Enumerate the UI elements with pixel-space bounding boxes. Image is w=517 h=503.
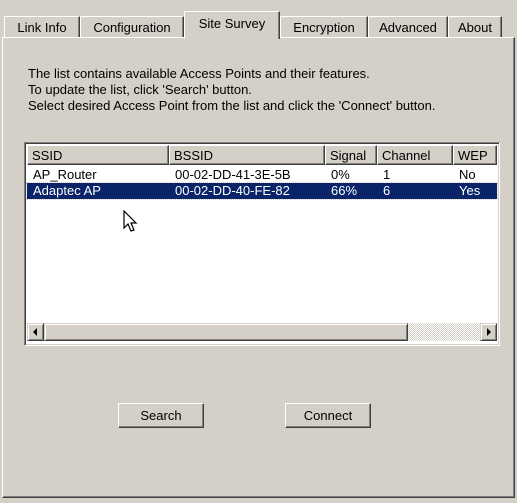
column-header-signal[interactable]: Signal [325,145,377,165]
instructions: The list contains available Access Point… [28,66,435,114]
ssid-cell: AP_Router [33,167,97,182]
wep-cell: No [459,167,476,182]
signal-cell: 0% [331,167,350,182]
bssid-cell: 00-02-DD-40-FE-82 [175,183,290,198]
scroll-thumb[interactable] [44,323,408,341]
instruction-line: The list contains available Access Point… [28,66,370,81]
arrow-right-icon [487,328,491,336]
scroll-left-button[interactable] [27,323,44,341]
column-header-bssid[interactable]: BSSID [169,145,325,165]
access-point-list[interactable]: SSID BSSID Signal Channel WEP AP_Router … [24,142,500,346]
mouse-pointer-icon [123,210,138,232]
connect-button[interactable]: Connect [285,403,371,428]
tab-about[interactable]: About [448,16,502,37]
tab-site-survey[interactable]: Site Survey [184,11,280,39]
instruction-line: Select desired Access Point from the lis… [28,98,436,113]
list-item[interactable]: AP_Router 00-02-DD-41-3E-5B 0% 1 No [27,167,497,183]
channel-cell: 6 [383,183,391,198]
instruction-line: To update the list, click 'Search' butto… [28,82,252,97]
list-item-selected[interactable]: Adaptec AP 00-02-DD-40-FE-82 66% 6 Yes [26,182,498,200]
tab-advanced[interactable]: Advanced [368,16,448,37]
arrow-left-icon [33,328,37,336]
search-button[interactable]: Search [118,403,204,428]
wep-cell: Yes [459,183,481,198]
tab-strip: Link Info Configuration Site Survey Encr… [2,10,515,40]
tab-configuration[interactable]: Configuration [80,16,184,37]
tab-link-info[interactable]: Link Info [4,16,80,37]
channel-cell: 1 [383,167,391,182]
column-header-wep[interactable]: WEP [453,145,497,165]
ssid-cell: Adaptec AP [33,183,101,198]
tab-encryption[interactable]: Encryption [280,16,368,37]
horizontal-scrollbar[interactable] [27,323,497,341]
column-header-ssid[interactable]: SSID [27,145,169,165]
signal-cell: 66% [331,183,358,198]
list-header: SSID BSSID Signal Channel WEP [27,145,497,165]
bssid-cell: 00-02-DD-41-3E-5B [175,167,291,182]
scroll-right-button[interactable] [480,323,497,341]
column-header-channel[interactable]: Channel [377,145,453,165]
